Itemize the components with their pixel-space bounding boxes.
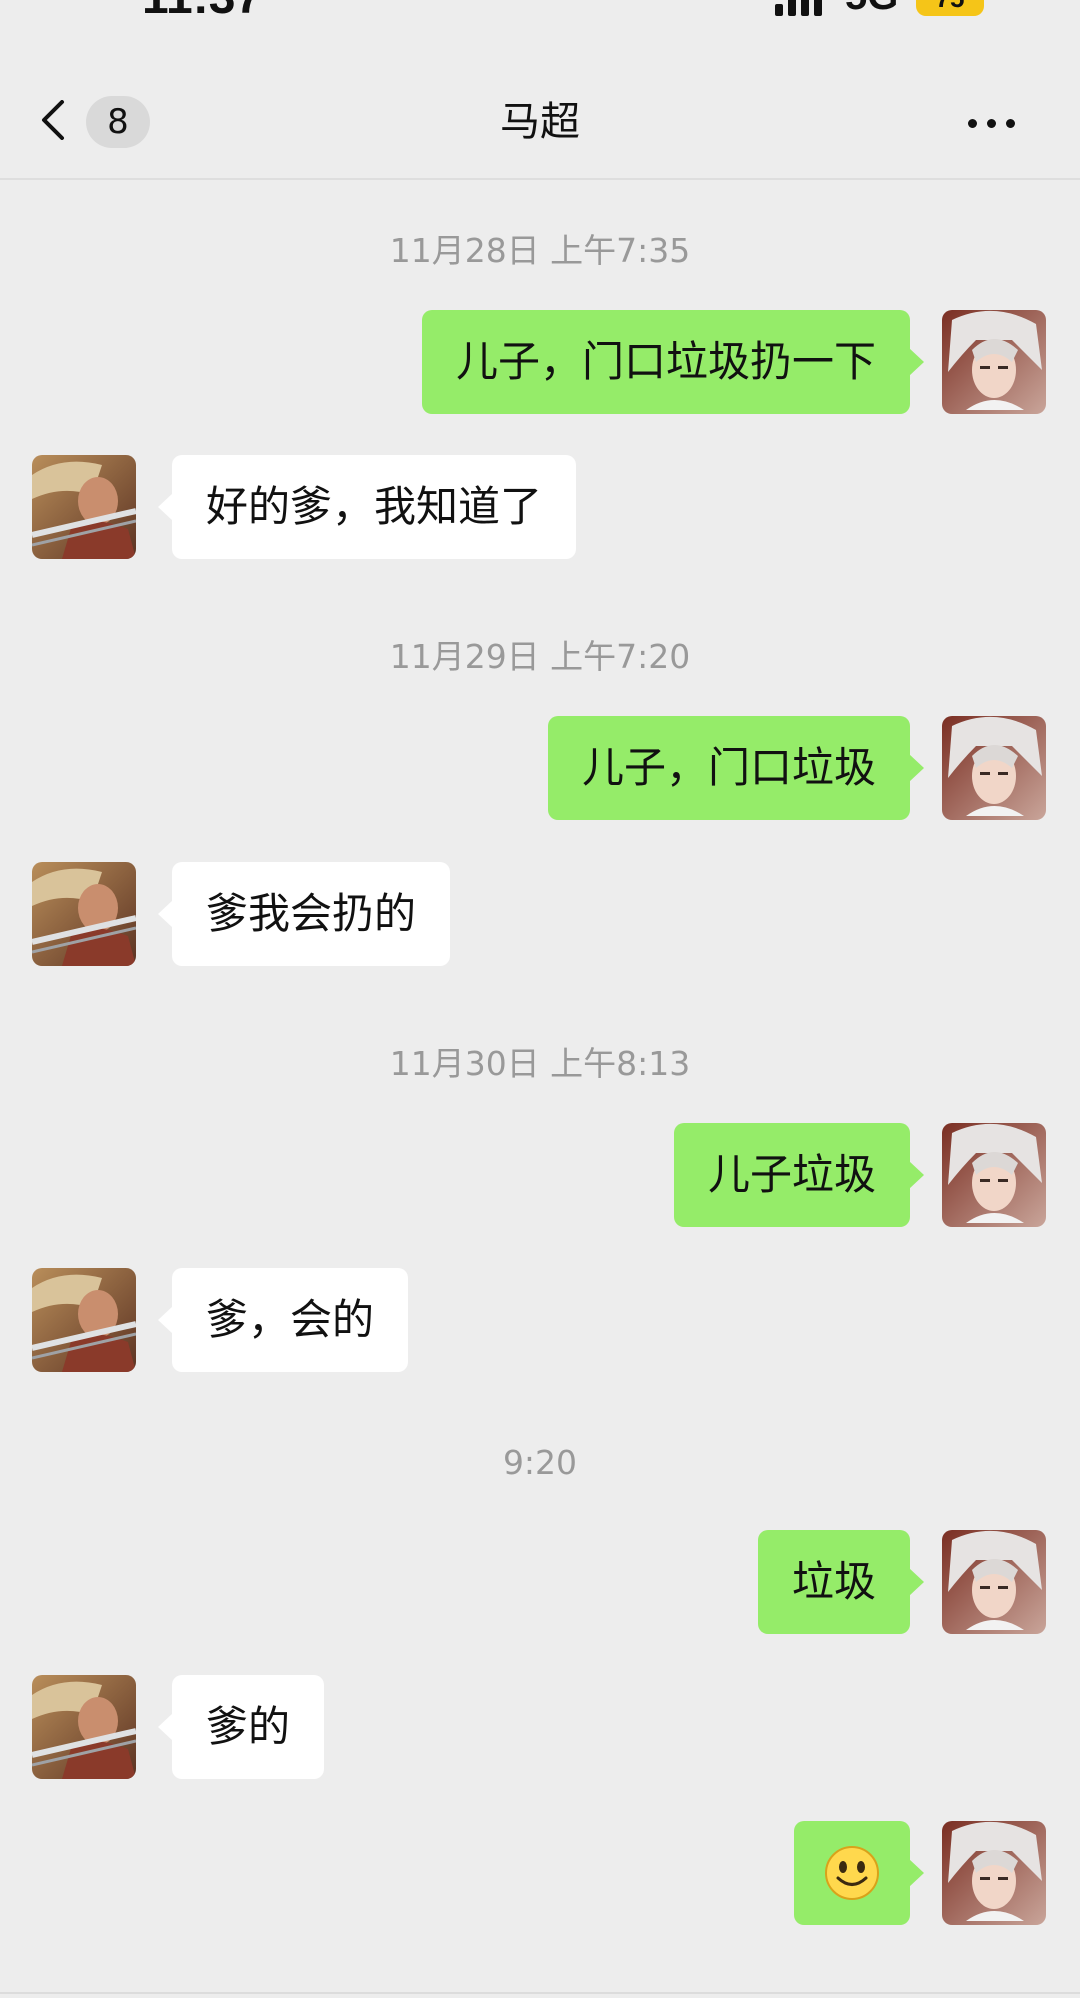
message-row-received: 爹我会扔的: [0, 862, 1080, 966]
battery-level: 75: [936, 0, 965, 13]
self-avatar[interactable]: [942, 1530, 1046, 1634]
message-timestamp: 11月30日 上午8:13: [389, 1044, 691, 1083]
sent-message-bubble[interactable]: 儿子垃圾: [673, 1123, 925, 1227]
received-message-bubble[interactable]: 爹我会扔的: [157, 862, 451, 966]
self-avatar[interactable]: [942, 310, 1046, 414]
message-row-received: 爹的: [0, 1675, 1080, 1779]
smile-emoji-icon: [825, 1845, 879, 1900]
status-time: 11:37: [142, 0, 262, 25]
message-row-sent: 儿子垃圾: [0, 1123, 1080, 1227]
message-timestamp: 11月29日 上午7:20: [389, 637, 691, 676]
contact-avatar[interactable]: [32, 1675, 136, 1779]
input-bar-divider: [0, 1992, 1080, 1994]
signal-icon: [775, 0, 822, 16]
chat-screen: 11:37 5G 75 8 马超: [0, 0, 1080, 1998]
received-message-bubble[interactable]: 爹，会的: [157, 1268, 409, 1372]
message-row-received: 爹，会的: [0, 1268, 1080, 1372]
contact-avatar[interactable]: [32, 1268, 136, 1372]
contact-avatar[interactable]: [32, 455, 136, 559]
sent-message-bubble[interactable]: 垃圾: [757, 1530, 925, 1634]
sent-message-bubble[interactable]: 儿子，门口垃圾扔一下: [421, 310, 925, 414]
message-row-received: 好的爹，我知道了: [0, 455, 1080, 559]
network-label: 5G: [845, 0, 898, 19]
sent-emoji-bubble[interactable]: [794, 1821, 924, 1925]
message-row-sent: 儿子，门口垃圾: [0, 716, 1080, 820]
self-avatar[interactable]: [942, 716, 1046, 820]
received-message-bubble[interactable]: 爹的: [157, 1675, 325, 1779]
unread-count-badge[interactable]: 8: [86, 96, 150, 148]
self-avatar[interactable]: [942, 1821, 1046, 1925]
message-row-sent: 儿子，门口垃圾扔一下: [0, 310, 1080, 414]
chat-title: 马超: [500, 99, 580, 145]
sent-message-bubble[interactable]: 儿子，门口垃圾: [547, 716, 925, 820]
chevron-left-icon[interactable]: [36, 100, 76, 140]
message-timestamp: 11月28日 上午7:35: [389, 231, 691, 270]
nav-bar: 8 马超: [0, 60, 1080, 180]
battery-icon: 75: [916, 0, 984, 16]
status-bar: 11:37 5G 75: [0, 0, 1080, 40]
more-dots-icon[interactable]: [968, 108, 1028, 138]
message-timestamp: 9:20: [502, 1443, 578, 1482]
self-avatar[interactable]: [942, 1123, 1046, 1227]
contact-avatar[interactable]: [32, 862, 136, 966]
message-row-sent: 垃圾: [0, 1530, 1080, 1634]
message-row-sent: [0, 1821, 1080, 1925]
received-message-bubble[interactable]: 好的爹，我知道了: [157, 455, 577, 559]
